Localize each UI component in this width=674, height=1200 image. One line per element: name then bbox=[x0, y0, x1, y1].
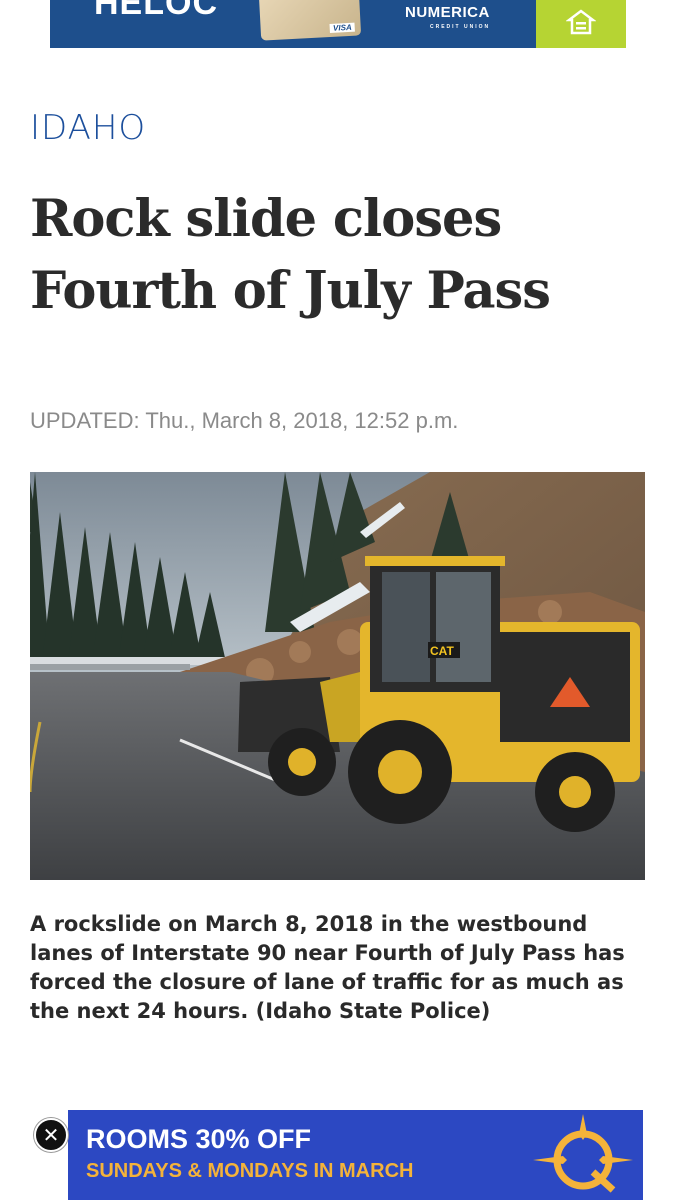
bottom-banner-ad[interactable]: ROOMS 30% OFF SUNDAYS & MONDAYS IN MARCH bbox=[68, 1110, 643, 1200]
equal-housing-lender-icon bbox=[566, 9, 596, 35]
ad-offer-headline: ROOMS 30% OFF bbox=[86, 1124, 312, 1154]
article-updated-date: UPDATED: Thu., March 8, 2018, 12:52 p.m. bbox=[30, 408, 459, 433]
ad-card-brand: VISA bbox=[329, 22, 355, 33]
ad-advertiser-sub: CREDIT UNION bbox=[430, 24, 491, 30]
article-photo[interactable]: CAT bbox=[30, 472, 645, 880]
ad-close-button[interactable]: ✕ bbox=[34, 1118, 68, 1152]
loader-cat-badge: CAT bbox=[430, 644, 454, 658]
ad-card-image: VISA bbox=[258, 0, 362, 41]
q-logo-icon bbox=[533, 1114, 633, 1193]
section-label[interactable]: IDAHO bbox=[30, 108, 146, 148]
top-banner-ad[interactable]: HELOC VISA NUMERICA CREDIT UNION bbox=[50, 0, 626, 48]
ad-advertiser-name: NUMERICA bbox=[405, 4, 490, 21]
ad-headline: HELOC bbox=[94, 0, 218, 22]
article-headline: Rock slide closes Fourth of July Pass bbox=[30, 189, 551, 321]
ad-lender-panel bbox=[536, 0, 626, 48]
photo-caption: A rockslide on March 8, 2018 in the west… bbox=[30, 912, 625, 1023]
rockslide-loader-photo: CAT bbox=[30, 472, 645, 880]
ad-offer-subline: SUNDAYS & MONDAYS IN MARCH bbox=[86, 1160, 414, 1182]
